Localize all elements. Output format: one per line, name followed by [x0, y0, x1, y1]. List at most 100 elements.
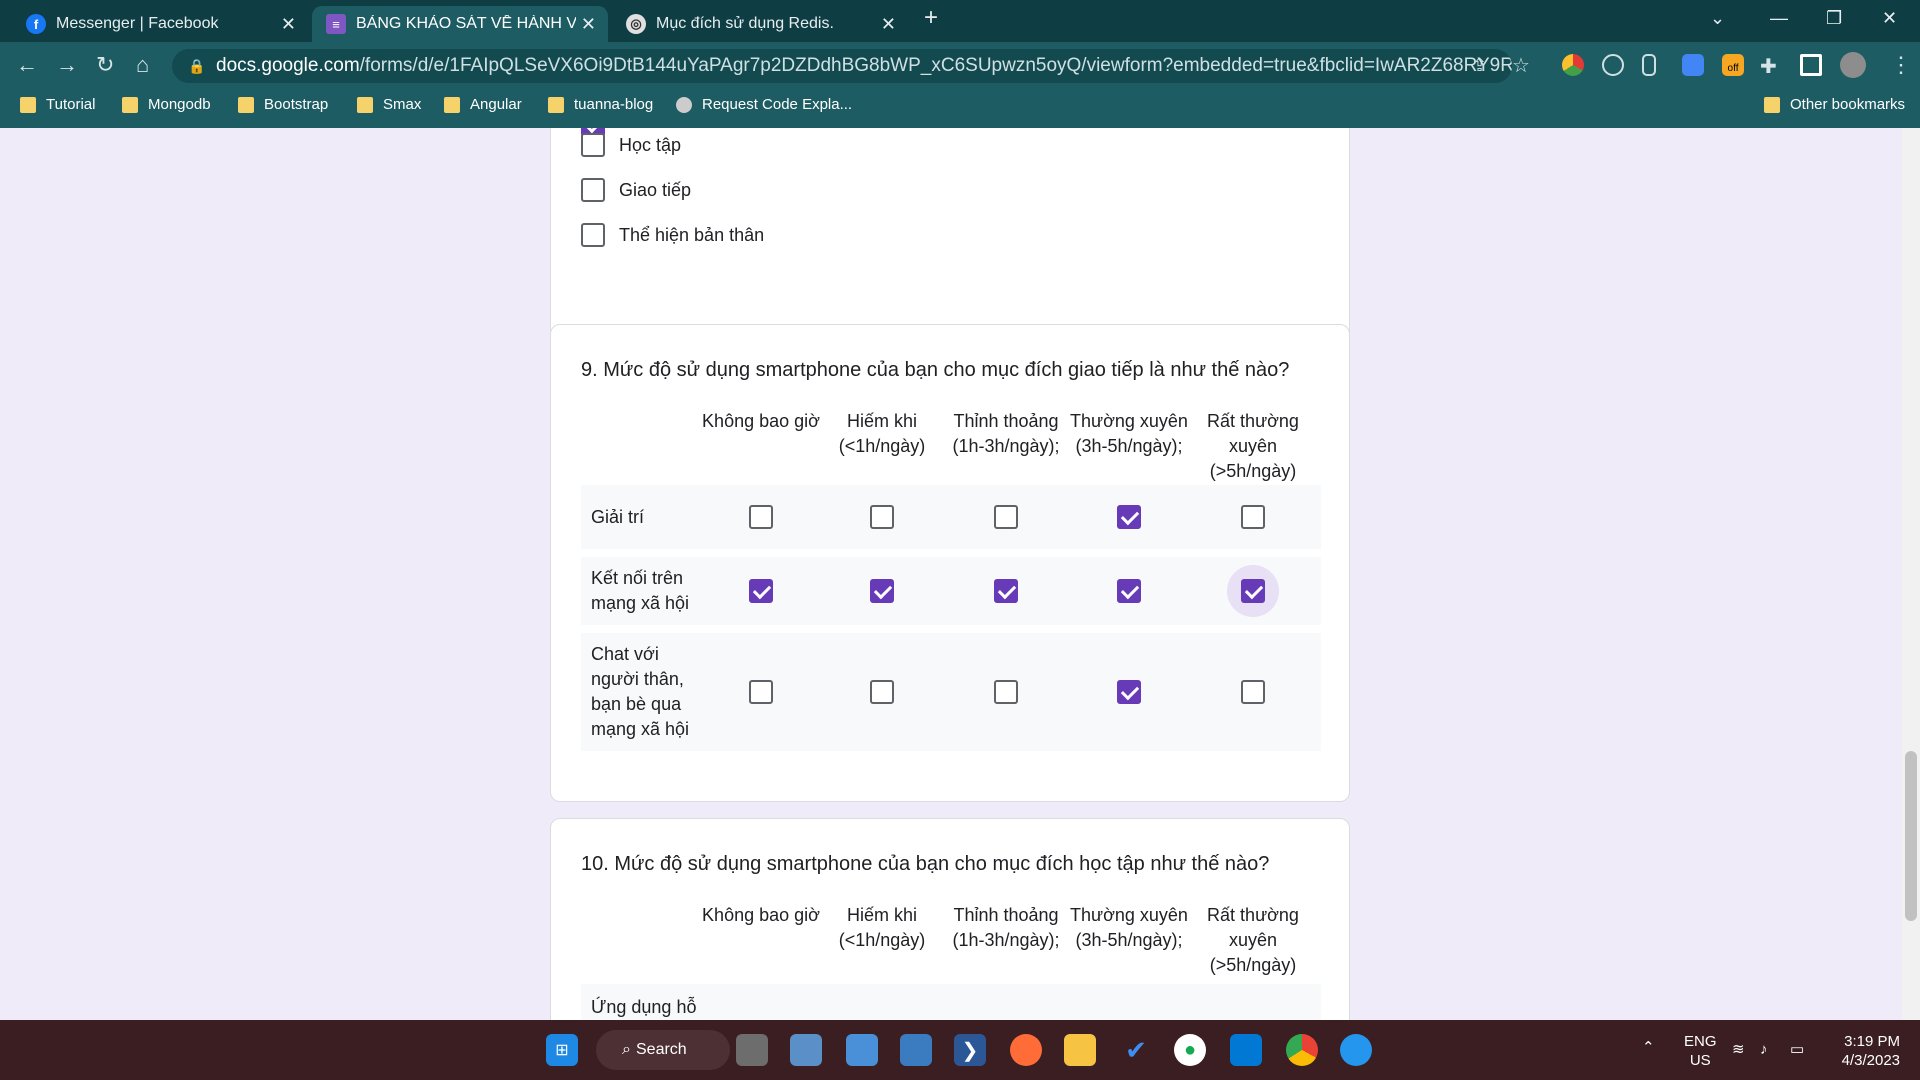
region-label: US — [1689, 1052, 1711, 1069]
checkbox-checked[interactable] — [1117, 579, 1141, 603]
checkbox[interactable] — [749, 680, 773, 704]
close-tab-icon[interactable]: ✕ — [281, 14, 296, 35]
puzzle-icon[interactable]: ✚ — [1760, 54, 1777, 79]
chatgpt-icon — [676, 96, 692, 113]
bookmark-label: Request Code Expla... — [702, 96, 853, 113]
tab-survey[interactable]: ≡ BẢNG KHẢO SÁT VỀ HÀNH VI SỬ ✕ — [312, 6, 608, 42]
chrome-icon[interactable] — [1286, 1034, 1318, 1066]
wifi-icon[interactable]: ≋ — [1732, 1040, 1745, 1059]
lang-label: ENG — [1684, 1033, 1717, 1050]
avatar[interactable] — [1840, 52, 1866, 78]
forward-icon[interactable]: → — [56, 52, 78, 78]
reload-icon[interactable]: ↻ — [96, 52, 114, 78]
tab-search-icon[interactable]: ⌄ — [1710, 8, 1725, 29]
bookmark-star-icon[interactable]: ☆ — [1512, 53, 1530, 78]
checkbox[interactable] — [994, 680, 1018, 704]
powershell-icon[interactable]: ❯ — [954, 1034, 986, 1066]
bookmark-mongodb[interactable]: Mongodb — [122, 96, 211, 113]
tab-strip: f Messenger | Facebook ✕ ≡ BẢNG KHẢO SÁT… — [0, 0, 1920, 42]
checkbox-checked[interactable] — [1117, 680, 1141, 704]
phone-icon[interactable] — [1642, 54, 1656, 76]
column-header: Thỉnh thoảng (1h-3h/ngày); — [952, 905, 1060, 950]
bookmark-label: Bootstrap — [264, 96, 329, 113]
notepad-icon[interactable] — [846, 1034, 878, 1066]
column-header: Rất thường xuyên (>5h/ngày) — [1207, 905, 1299, 975]
tab-redis[interactable]: ◎ Mục đích sử dụng Redis. ✕ — [612, 6, 908, 42]
bookmark-tuanna-blog[interactable]: tuanna-blog — [548, 96, 653, 113]
page-scrollbar[interactable] — [1902, 128, 1920, 1020]
option-label: Học tập — [619, 134, 682, 155]
mongodb-compass-icon[interactable]: ● — [1174, 1034, 1206, 1066]
docker-icon[interactable] — [1340, 1034, 1372, 1066]
photos-icon[interactable] — [790, 1034, 822, 1066]
postman-icon[interactable] — [1010, 1034, 1042, 1066]
remote-desktop-icon[interactable] — [900, 1034, 932, 1066]
option-giao-tiep[interactable]: Giao tiếp — [581, 178, 691, 202]
offline-extension-icon[interactable]: off — [1722, 54, 1744, 76]
todo-icon[interactable]: ✔ — [1120, 1034, 1152, 1066]
close-tab-icon[interactable]: ✕ — [881, 14, 896, 35]
folder-icon — [20, 96, 36, 113]
checkbox-checked[interactable] — [1241, 579, 1265, 603]
folder-icon — [548, 96, 564, 113]
checkbox-checked[interactable] — [870, 579, 894, 603]
bookmark-request-code[interactable]: Request Code Expla... — [676, 96, 852, 113]
menu-icon[interactable]: ⋮ — [1890, 52, 1912, 78]
close-window-button[interactable]: ✕ — [1882, 8, 1897, 29]
checkbox-checked[interactable] — [749, 579, 773, 603]
taskbar-search[interactable]: ⌕ Search — [596, 1030, 730, 1070]
bookmark-tutorial[interactable]: Tutorial — [20, 96, 95, 113]
checkbox[interactable] — [581, 133, 605, 157]
checkbox[interactable] — [581, 223, 605, 247]
file-explorer-icon[interactable] — [1064, 1034, 1096, 1066]
minimize-button[interactable]: — — [1770, 8, 1788, 29]
time-label: 3:19 PM — [1844, 1033, 1900, 1050]
checkbox[interactable] — [870, 505, 894, 529]
tab-messenger[interactable]: f Messenger | Facebook ✕ — [12, 6, 308, 42]
volume-icon[interactable]: ♪ — [1760, 1040, 1768, 1059]
home-icon[interactable]: ⌂ — [136, 52, 149, 78]
bookmark-bootstrap[interactable]: Bootstrap — [238, 96, 328, 113]
side-panel-icon[interactable] — [1800, 54, 1822, 76]
battery-icon[interactable]: ▭ — [1790, 1040, 1804, 1059]
new-tab-button[interactable]: + — [924, 4, 938, 32]
option-hoc-tap[interactable]: Học tập — [581, 133, 681, 157]
bookmark-label: Mongodb — [148, 96, 211, 113]
checkbox[interactable] — [581, 178, 605, 202]
vscode-icon[interactable] — [1230, 1034, 1262, 1066]
address-bar[interactable]: 🔒 docs.google.com /forms/d/e/1FAIpQLSeVX… — [172, 49, 1512, 83]
bookmark-label: tuanna-blog — [574, 96, 654, 113]
lock-icon: 🔒 — [188, 57, 206, 74]
share-icon[interactable]: ⇪ — [1472, 55, 1487, 76]
windows-start-icon[interactable]: ⊞ — [546, 1034, 578, 1066]
other-bookmarks[interactable]: Other bookmarks — [1764, 96, 1905, 113]
checkbox[interactable] — [749, 505, 773, 529]
back-icon[interactable]: ← — [16, 52, 38, 78]
show-hidden-icons[interactable]: ⌃ — [1642, 1038, 1655, 1057]
close-tab-icon[interactable]: ✕ — [581, 14, 596, 35]
compass-icon[interactable] — [1602, 54, 1624, 76]
bookmark-label: Tutorial — [46, 96, 96, 113]
task-view-icon[interactable] — [736, 1034, 768, 1066]
checkbox-checked[interactable] — [994, 579, 1018, 603]
restore-button[interactable]: ❐ — [1826, 8, 1842, 29]
bookmark-smax[interactable]: Smax — [357, 96, 421, 113]
checkbox[interactable] — [994, 505, 1018, 529]
language-indicator[interactable]: ENG US — [1684, 1032, 1717, 1070]
url-host: docs.google.com — [216, 55, 360, 76]
checkbox-checked[interactable] — [1117, 505, 1141, 529]
date-label: 4/3/2023 — [1841, 1052, 1900, 1069]
docs-extension-icon[interactable] — [1682, 54, 1704, 76]
column-header: Không bao giờ — [702, 905, 820, 925]
clock[interactable]: 3:19 PM 4/3/2023 — [1830, 1032, 1900, 1070]
tab-title: Messenger | Facebook — [56, 15, 219, 32]
extension-icon[interactable] — [1562, 54, 1584, 76]
option-the-hien-ban-than[interactable]: Thể hiện bản thân — [581, 223, 764, 247]
bookmarks-bar: Tutorial Mongodb Bootstrap Smax Angular … — [0, 90, 1920, 122]
scrollbar-thumb[interactable] — [1905, 751, 1917, 921]
checkbox[interactable] — [1241, 680, 1265, 704]
checkbox[interactable] — [1241, 505, 1265, 529]
bookmark-angular[interactable]: Angular — [444, 96, 522, 113]
toolbar: ← → ↻ ⌂ 🔒 docs.google.com /forms/d/e/1FA… — [0, 46, 1920, 86]
checkbox[interactable] — [870, 680, 894, 704]
